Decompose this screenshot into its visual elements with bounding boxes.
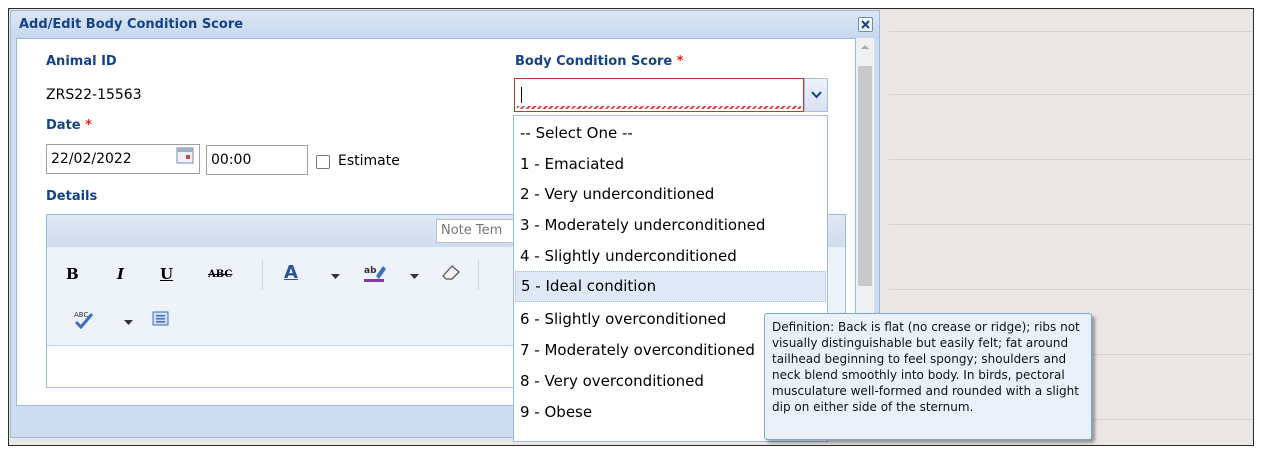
- bcs-option-highlighted[interactable]: 5 - Ideal condition: [515, 271, 826, 302]
- italic-button[interactable]: I: [117, 265, 124, 283]
- chevron-down-icon: [811, 91, 822, 99]
- bcs-combo-input[interactable]: [514, 78, 804, 112]
- estimate-label: Estimate: [338, 153, 400, 169]
- font-color-dropdown-icon[interactable]: [331, 274, 340, 280]
- animal-id-label: Animal ID: [46, 54, 117, 69]
- close-icon[interactable]: [858, 17, 873, 32]
- invalid-underline: [517, 106, 801, 109]
- time-field[interactable]: 00:00: [206, 145, 308, 175]
- dialog-titlebar[interactable]: Add/Edit Body Condition Score: [11, 11, 879, 39]
- bcs-option[interactable]: 2 - Very underconditioned: [515, 179, 826, 210]
- definition-tooltip: Definition: Back is flat (no crease or r…: [764, 313, 1092, 440]
- source-edit-icon[interactable]: [152, 310, 170, 328]
- text-caret: [521, 87, 522, 103]
- strikethrough-button[interactable]: ABC: [208, 269, 232, 280]
- font-color-button[interactable]: A: [284, 262, 298, 283]
- note-template-select[interactable]: Note Tem: [436, 219, 516, 243]
- spellcheck-dropdown-icon[interactable]: [124, 320, 133, 326]
- details-label: Details: [46, 189, 98, 204]
- toolbar-separator-2: [478, 260, 479, 290]
- spellcheck-icon[interactable]: ABC: [72, 308, 96, 330]
- svg-text:ABC: ABC: [74, 311, 88, 319]
- bcs-label: Body Condition Score *: [515, 54, 684, 69]
- dialog-title: Add/Edit Body Condition Score: [19, 17, 244, 32]
- calendar-icon[interactable]: [175, 145, 197, 167]
- bold-button[interactable]: B: [66, 265, 79, 283]
- date-label: Date *: [46, 118, 92, 133]
- bcs-option[interactable]: -- Select One --: [515, 118, 826, 149]
- bcs-option[interactable]: 4 - Slightly underconditioned: [515, 241, 826, 272]
- svg-text:ab: ab: [364, 266, 377, 276]
- scrollbar-thumb[interactable]: [858, 66, 872, 286]
- eraser-icon[interactable]: [440, 262, 462, 282]
- highlight-dropdown-icon[interactable]: [410, 274, 419, 280]
- animal-id-value: ZRS22-15563: [46, 87, 142, 103]
- estimate-checkbox[interactable]: [316, 155, 330, 169]
- bcs-dropdown-trigger[interactable]: [804, 78, 828, 112]
- bcs-option[interactable]: 3 - Moderately underconditioned: [515, 210, 826, 241]
- toolbar-separator: [262, 260, 263, 290]
- scroll-up-icon[interactable]: [860, 44, 870, 50]
- highlight-color-icon[interactable]: ab: [362, 262, 388, 284]
- underline-button[interactable]: U: [160, 265, 173, 283]
- bcs-option[interactable]: 1 - Emaciated: [515, 149, 826, 180]
